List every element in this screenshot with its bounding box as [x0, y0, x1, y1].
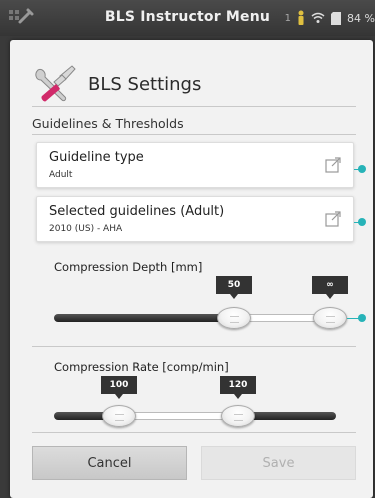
depth-low-tooltip: 50	[216, 276, 252, 299]
divider	[32, 134, 356, 135]
divider	[32, 106, 356, 107]
sd-card-icon	[331, 11, 342, 25]
section-title: Guidelines & Thresholds	[32, 116, 184, 131]
divider	[32, 346, 356, 347]
cancel-button[interactable]: Cancel	[32, 446, 187, 480]
save-button[interactable]: Save	[201, 446, 356, 480]
notification-count: 1	[284, 12, 292, 24]
indicator-dot	[358, 218, 366, 226]
divider	[32, 432, 356, 433]
guideline-type-value: Adult	[49, 170, 73, 180]
guideline-type-label: Guideline type	[49, 150, 144, 165]
wifi-icon	[311, 12, 325, 23]
rate-low-tooltip: 100	[101, 376, 137, 399]
bls-settings-dialog: BLS Settings Guidelines & Thresholds Gui…	[10, 40, 373, 498]
external-link-icon	[325, 157, 341, 173]
rate-low-thumb[interactable]	[102, 405, 136, 427]
dialog-header: BLS Settings	[32, 62, 201, 106]
compression-rate-label: Compression Rate [comp/min]	[54, 360, 229, 374]
depth-high-thumb[interactable]	[313, 307, 347, 329]
status-icons: 1 84 %	[285, 10, 375, 26]
selected-guidelines-card[interactable]: Selected guidelines (Adult) 2010 (US) - …	[36, 196, 354, 242]
dialog-title: BLS Settings	[88, 73, 202, 95]
person-icon	[298, 10, 304, 25]
indicator-dot	[358, 314, 366, 322]
external-link-icon	[325, 211, 341, 227]
selected-guidelines-label: Selected guidelines (Adult)	[49, 204, 225, 219]
depth-low-thumb[interactable]	[217, 307, 251, 329]
status-bar: BLS Instructor Menu 1 84 %	[0, 0, 375, 36]
guideline-type-card[interactable]: Guideline type Adult	[36, 142, 354, 188]
indicator-dot	[358, 165, 366, 173]
compression-depth-label: Compression Depth [mm]	[54, 260, 203, 274]
depth-high-tooltip: ∞	[312, 276, 348, 299]
rate-high-tooltip: 120	[220, 376, 256, 399]
tools-icon	[35, 65, 76, 102]
selected-guidelines-value: 2010 (US) - AHA	[49, 224, 123, 234]
battery-text: 84 %	[347, 11, 375, 25]
depth-track-low	[54, 314, 244, 322]
rate-high-thumb[interactable]	[221, 405, 255, 427]
